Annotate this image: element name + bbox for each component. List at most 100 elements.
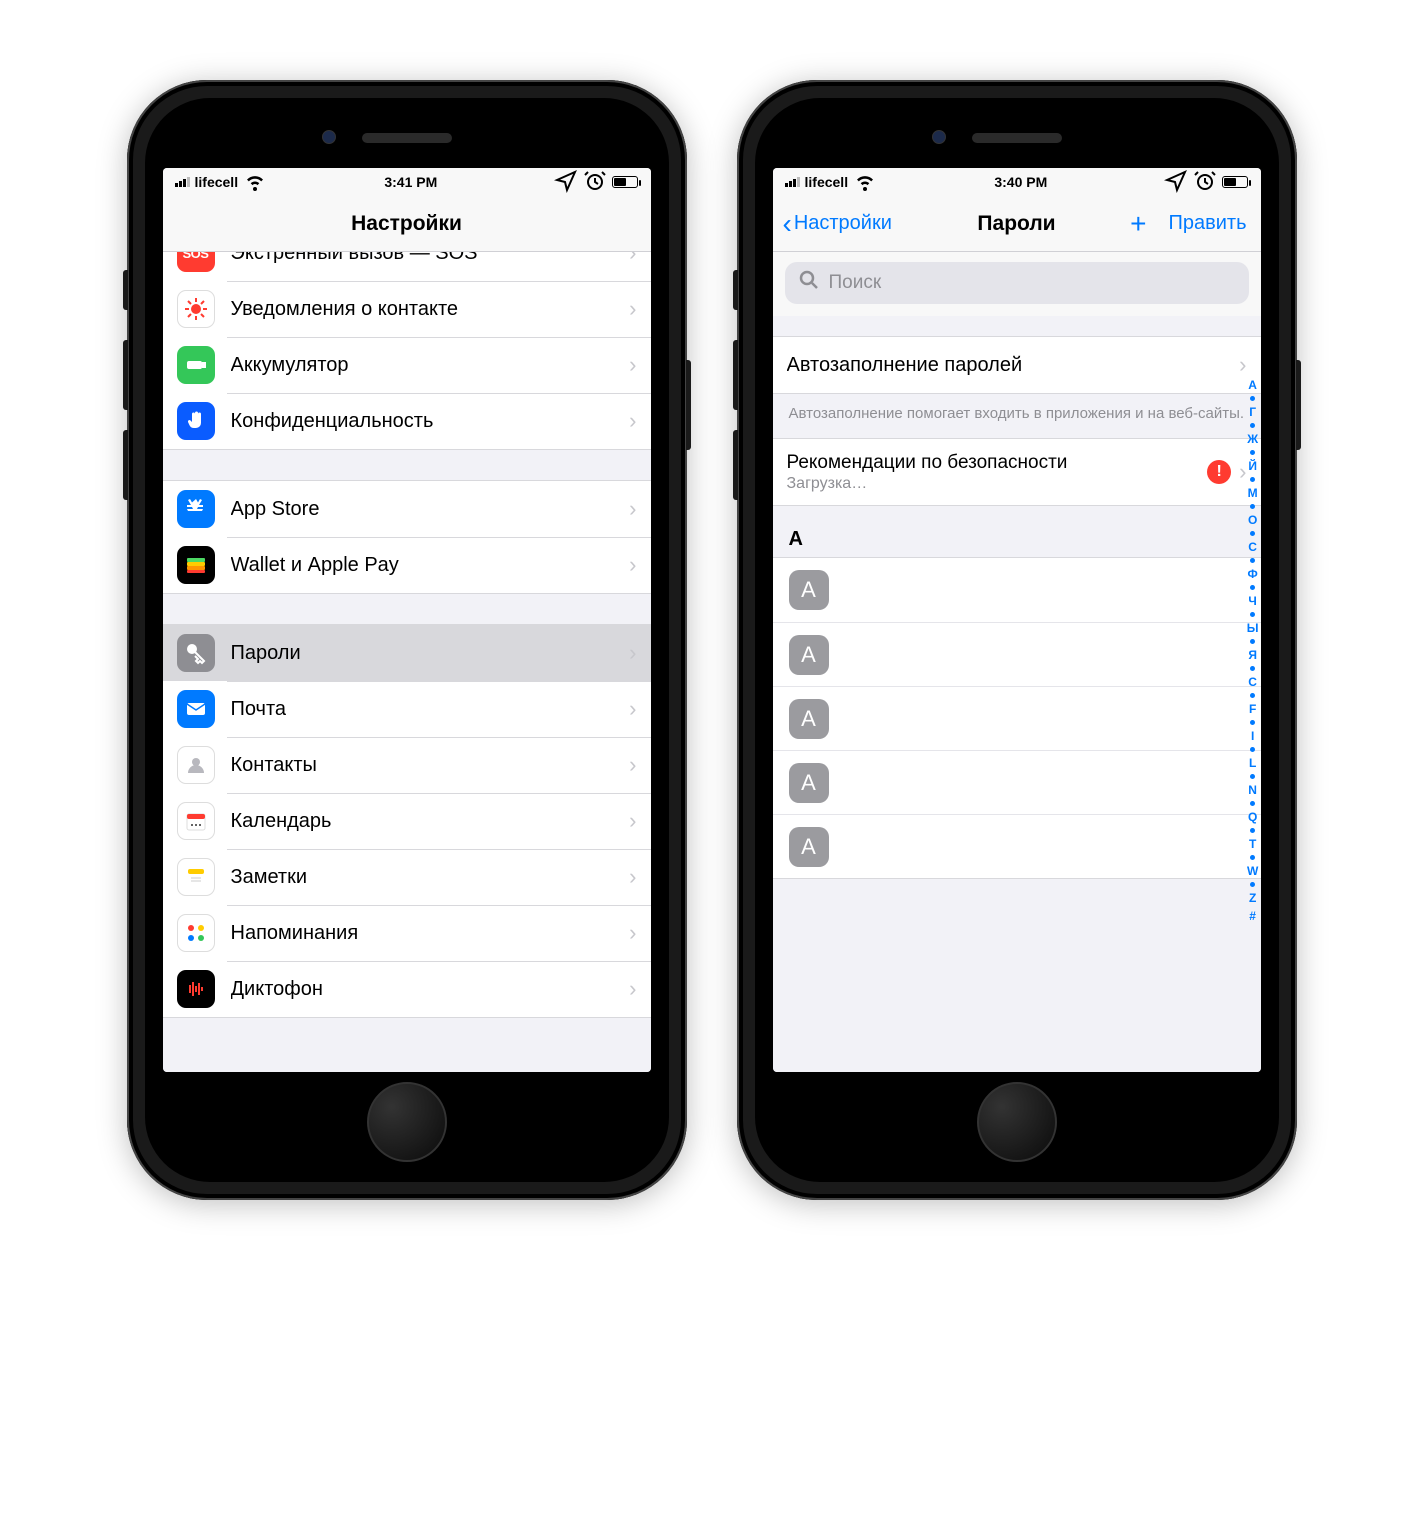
home-button[interactable] [977, 1082, 1057, 1162]
index-dot [1250, 720, 1255, 725]
edit-button[interactable]: Править [1169, 212, 1247, 235]
index-dot [1250, 450, 1255, 455]
search-placeholder: Поиск [829, 272, 882, 294]
index-dot [1250, 747, 1255, 752]
row-reminders[interactable]: Напоминания› [163, 905, 651, 961]
front-camera [932, 130, 946, 144]
password-item[interactable]: A [773, 558, 1261, 622]
chevron-right-icon: › [629, 808, 636, 834]
calendar-icon [177, 802, 215, 840]
index-letter[interactable]: C [1248, 673, 1257, 691]
home-button[interactable] [367, 1082, 447, 1162]
row-calendar[interactable]: Календарь› [163, 793, 651, 849]
index-letter[interactable]: Q [1248, 808, 1257, 826]
row-sos[interactable]: SOSЭкстренный вызов — SOS› [163, 252, 651, 281]
earpiece-speaker [362, 133, 452, 143]
index-letter[interactable]: Г [1249, 403, 1256, 421]
row-appstore[interactable]: App Store› [163, 481, 651, 537]
password-item[interactable]: A [773, 750, 1261, 814]
index-letter[interactable]: # [1249, 907, 1256, 925]
row-wallet[interactable]: Wallet и Apple Pay› [163, 537, 651, 593]
index-letter[interactable]: О [1248, 511, 1257, 529]
index-letter[interactable]: N [1248, 781, 1257, 799]
row-privacy[interactable]: Конфиденциальность› [163, 393, 651, 449]
chevron-left-icon: ‹ [783, 210, 792, 238]
index-letter[interactable]: С [1248, 538, 1257, 556]
key-icon [177, 634, 215, 672]
add-button[interactable]: + [1130, 210, 1146, 238]
row-label: Календарь [231, 810, 630, 833]
back-button[interactable]: ‹ Настройки [783, 210, 892, 238]
index-letter[interactable]: W [1247, 862, 1258, 880]
index-letter[interactable]: Z [1249, 889, 1256, 907]
row-notes[interactable]: Заметки› [163, 849, 651, 905]
index-dot [1250, 504, 1255, 509]
index-letter[interactable]: Й [1248, 457, 1257, 475]
site-favicon: A [789, 827, 829, 867]
index-dot [1250, 801, 1255, 806]
index-letter[interactable]: А [1248, 376, 1257, 394]
index-dot [1250, 423, 1255, 428]
location-icon [1164, 169, 1188, 196]
chevron-right-icon: › [629, 352, 636, 378]
chevron-right-icon: › [629, 552, 636, 578]
row-contacts[interactable]: Контакты› [163, 737, 651, 793]
index-dot [1250, 882, 1255, 887]
volume-up [733, 340, 738, 410]
index-letter[interactable]: Ф [1248, 565, 1258, 583]
index-dot [1250, 396, 1255, 401]
row-label: Почта [231, 698, 630, 721]
passwords-content[interactable]: Автозаполнение паролей › Автозаполнение … [773, 316, 1261, 1072]
index-dot [1250, 774, 1255, 779]
signal-bars-icon [785, 177, 800, 187]
alarm-icon [1193, 169, 1217, 196]
index-strip[interactable]: АГЖЙМОСФЧЫЯCFILNQTWZ# [1247, 376, 1259, 1062]
screen-passwords: lifecell 3:40 PM [773, 168, 1261, 1072]
mute-switch [733, 270, 738, 310]
row-label: Контакты [231, 754, 630, 777]
row-battery[interactable]: Аккумулятор› [163, 337, 651, 393]
power-button [686, 360, 691, 450]
password-item[interactable]: A [773, 622, 1261, 686]
alert-icon: ! [1207, 460, 1231, 484]
row-label: Рекомендации по безопасности [787, 452, 1208, 474]
password-item[interactable]: A [773, 814, 1261, 878]
hand-icon [177, 402, 215, 440]
notes-icon [177, 858, 215, 896]
index-letter[interactable]: L [1249, 754, 1256, 772]
index-letter[interactable]: Ч [1248, 592, 1256, 610]
screen-settings: lifecell 3:41 PM На [163, 168, 651, 1072]
section-header-a: A [773, 506, 1261, 557]
clock-label: 3:41 PM [384, 174, 437, 190]
row-security[interactable]: Рекомендации по безопасности Загрузка… !… [773, 439, 1261, 505]
index-letter[interactable]: T [1249, 835, 1256, 853]
index-letter[interactable]: Ы [1247, 619, 1259, 637]
row-autofill[interactable]: Автозаполнение паролей › [773, 337, 1261, 393]
chevron-right-icon: › [1239, 459, 1246, 485]
index-dot [1250, 585, 1255, 590]
wifi-icon [243, 169, 267, 196]
wallet-icon [177, 546, 215, 584]
chevron-right-icon: › [629, 252, 636, 266]
volume-down [733, 430, 738, 500]
index-letter[interactable]: М [1248, 484, 1258, 502]
row-mail[interactable]: Почта› [163, 681, 651, 737]
chevron-right-icon: › [629, 752, 636, 778]
chevron-right-icon: › [629, 864, 636, 890]
index-letter[interactable]: Ж [1247, 430, 1258, 448]
volume-up [123, 340, 128, 410]
index-letter[interactable]: F [1249, 700, 1256, 718]
search-input[interactable]: Поиск [785, 262, 1249, 304]
index-dot [1250, 612, 1255, 617]
row-passwords[interactable]: Пароли› [163, 625, 651, 681]
settings-list[interactable]: SOSЭкстренный вызов — SOS›Уведомления о … [163, 252, 651, 1072]
index-dot [1250, 855, 1255, 860]
index-letter[interactable]: Я [1248, 646, 1257, 664]
row-contact[interactable]: Уведомления о контакте› [163, 281, 651, 337]
row-voice[interactable]: Диктофон› [163, 961, 651, 1017]
volume-down [123, 430, 128, 500]
row-label: Диктофон [231, 978, 630, 1001]
index-dot [1250, 531, 1255, 536]
password-item[interactable]: A [773, 686, 1261, 750]
index-letter[interactable]: I [1251, 727, 1254, 745]
